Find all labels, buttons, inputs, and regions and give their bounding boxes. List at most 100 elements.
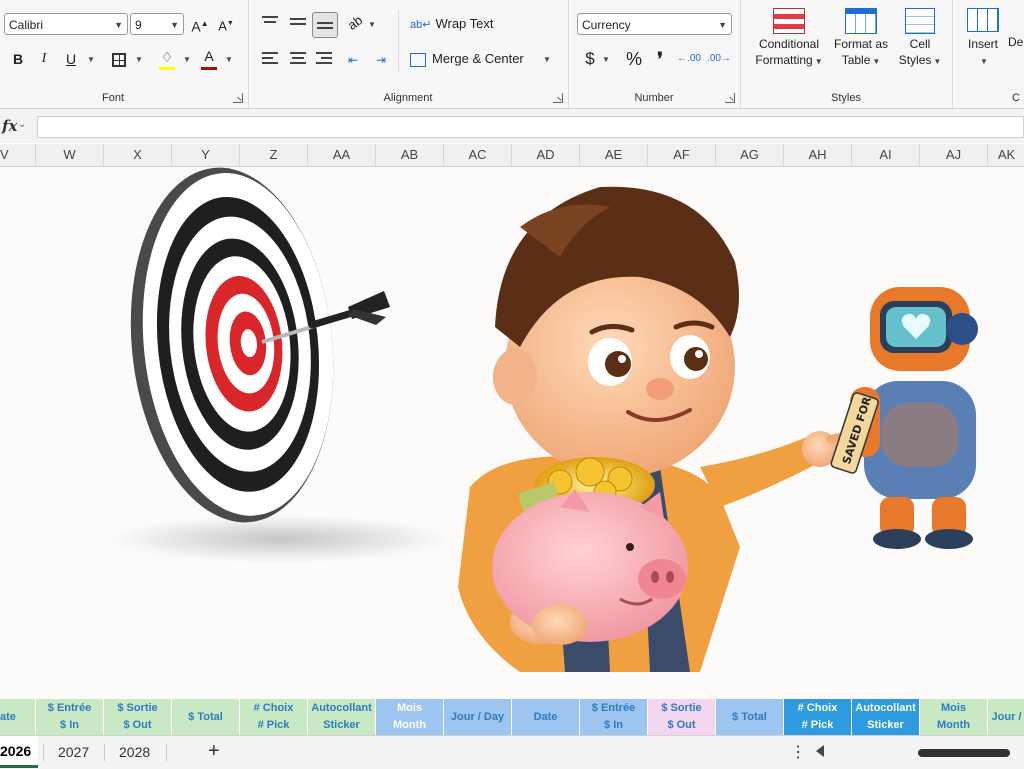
column-header[interactable]: V (0, 144, 36, 166)
column-header[interactable]: Y (172, 144, 240, 166)
column-header[interactable]: AB (376, 144, 444, 166)
decrease-decimal-button[interactable]: .00→ (706, 48, 732, 70)
bold-button[interactable]: B (8, 48, 28, 70)
column-header[interactable]: W (36, 144, 104, 166)
increase-indent-button[interactable]: ⇥ (370, 48, 392, 70)
chevron-down-icon: ▼ (225, 55, 233, 64)
header-cell-line2: $ Out (667, 719, 696, 731)
styles-group-label: Styles (831, 92, 861, 104)
chevron-down-icon: ▼ (135, 55, 143, 64)
header-cell[interactable]: Mois Month (920, 699, 988, 735)
accounting-format-dropdown[interactable]: ▼ (600, 48, 610, 70)
header-cell-line1: ate (0, 710, 16, 723)
underline-dropdown[interactable]: ▼ (84, 48, 96, 70)
font-color-button[interactable]: A (198, 45, 220, 70)
header-cell[interactable]: $ Entrée $ In (580, 699, 648, 735)
font-name-combo[interactable]: Calibri ▼ (4, 13, 128, 35)
tab-separator (43, 744, 44, 761)
column-header[interactable]: Z (240, 144, 308, 166)
scroll-left-icon[interactable] (816, 745, 824, 757)
format-as-table-button[interactable]: Format as Table ▼ (830, 8, 892, 70)
percent-style-button[interactable]: % (622, 48, 646, 70)
fill-color-button[interactable]: ♢ (156, 46, 178, 70)
align-bottom-button[interactable] (312, 12, 338, 38)
header-cell[interactable]: Jour / Day (444, 699, 512, 735)
wrap-text-button[interactable]: ab↵ Wrap Text (410, 13, 500, 35)
merge-center-dropdown[interactable]: ▼ (540, 48, 552, 70)
cell-styles-button[interactable]: Cell Styles ▼ (892, 8, 948, 70)
fill-color-dropdown[interactable]: ▼ (180, 48, 192, 70)
orientation-dropdown[interactable]: ▼ (366, 13, 376, 35)
header-cell[interactable]: Date (512, 699, 580, 735)
column-header[interactable]: AG (716, 144, 784, 166)
header-cell[interactable]: Autocollant Sticker (308, 699, 376, 735)
column-header[interactable]: AJ (920, 144, 988, 166)
header-cell[interactable]: Jour / (988, 699, 1024, 735)
chevron-down-icon[interactable]: ⌄ (18, 119, 26, 130)
chevron-down-icon: ▼ (980, 57, 988, 66)
header-cell[interactable]: $ Entrée $ In (36, 699, 104, 735)
header-cell[interactable]: $ Sortie $ Out (648, 699, 716, 735)
align-top-icon[interactable] (262, 16, 278, 30)
header-cell[interactable]: ate (0, 699, 36, 735)
header-cell[interactable]: # Choix # Pick (784, 699, 852, 735)
conditional-formatting-button[interactable]: Conditional Formatting ▼ (748, 8, 830, 70)
column-header[interactable]: AC (444, 144, 512, 166)
decrease-font-size-button[interactable]: A▼ (216, 13, 236, 35)
number-format-combo[interactable]: Currency ▼ (577, 13, 732, 35)
header-cell[interactable]: Mois Month (376, 699, 444, 735)
underline-button[interactable]: U (60, 48, 82, 70)
accounting-format-button[interactable]: $ (582, 48, 598, 70)
align-left-icon[interactable] (262, 52, 278, 66)
comma-style-button[interactable]: ❜ (650, 48, 670, 70)
header-cell[interactable]: $ Total (716, 699, 784, 735)
sheet-artwork: SAVED FOR (110, 167, 978, 672)
header-cell[interactable]: # Choix # Pick (240, 699, 308, 735)
column-header[interactable]: AE (580, 144, 648, 166)
merge-center-button[interactable]: Merge & Center (410, 48, 540, 70)
column-header[interactable]: AF (648, 144, 716, 166)
orientation-button[interactable]: ab (344, 12, 366, 34)
tab-2026[interactable]: 2026 (0, 736, 38, 768)
align-center-icon[interactable] (290, 52, 306, 66)
column-header[interactable]: AA (308, 144, 376, 166)
column-header[interactable]: X (104, 144, 172, 166)
column-header[interactable]: AD (512, 144, 580, 166)
increase-decimal-button[interactable]: ←.00 (676, 48, 702, 70)
header-cell[interactable]: $ Total (172, 699, 240, 735)
header-cell[interactable]: $ Sortie $ Out (104, 699, 172, 735)
borders-button[interactable] (108, 48, 130, 70)
italic-button[interactable]: I (34, 48, 54, 70)
tab-2027[interactable]: 2027 (58, 736, 94, 768)
increase-indent-icon: ⇥ (375, 53, 387, 67)
formula-bar: fx ⌄ (0, 109, 1024, 143)
align-right-icon[interactable] (316, 52, 332, 66)
add-sheet-button[interactable]: + (208, 740, 220, 763)
insert-button[interactable]: Insert ▼ (960, 8, 1006, 70)
more-options-icon[interactable]: ⋮ (790, 742, 806, 762)
column-header[interactable]: AK (988, 144, 1024, 166)
font-color-dropdown[interactable]: ▼ (222, 48, 234, 70)
tab-2028[interactable]: 2028 (119, 736, 155, 768)
font-size-combo[interactable]: 9 ▼ (130, 13, 184, 35)
font-group: Calibri ▼ 9 ▼ A▲ A▼ B I U ▼ ▼ ♢ ▼ A ▼ Fo… (0, 0, 249, 108)
align-middle-icon[interactable] (290, 18, 306, 32)
chevron-down-icon: ▼ (814, 57, 823, 66)
alignment-dialog-launcher[interactable] (553, 93, 563, 103)
column-header[interactable]: AH (784, 144, 852, 166)
sheet-canvas[interactable]: SAVED FOR (0, 167, 1024, 699)
font-dialog-launcher[interactable] (233, 93, 243, 103)
number-group-label: Number (634, 92, 674, 104)
horizontal-scrollbar-thumb[interactable] (918, 749, 1010, 757)
insert-function-icon[interactable]: fx (2, 117, 17, 135)
header-cell[interactable]: Autocollant Sticker (852, 699, 920, 735)
number-dialog-launcher[interactable] (725, 93, 735, 103)
increase-font-size-button[interactable]: A▲ (190, 13, 210, 35)
formula-input[interactable] (37, 116, 1024, 138)
delete-button[interactable]: De (1008, 8, 1024, 50)
insert-cells-icon (967, 8, 999, 32)
decrease-indent-button[interactable]: ⇤ (342, 48, 364, 70)
target-shadow (110, 515, 450, 563)
borders-dropdown[interactable]: ▼ (132, 48, 144, 70)
column-header[interactable]: AI (852, 144, 920, 166)
